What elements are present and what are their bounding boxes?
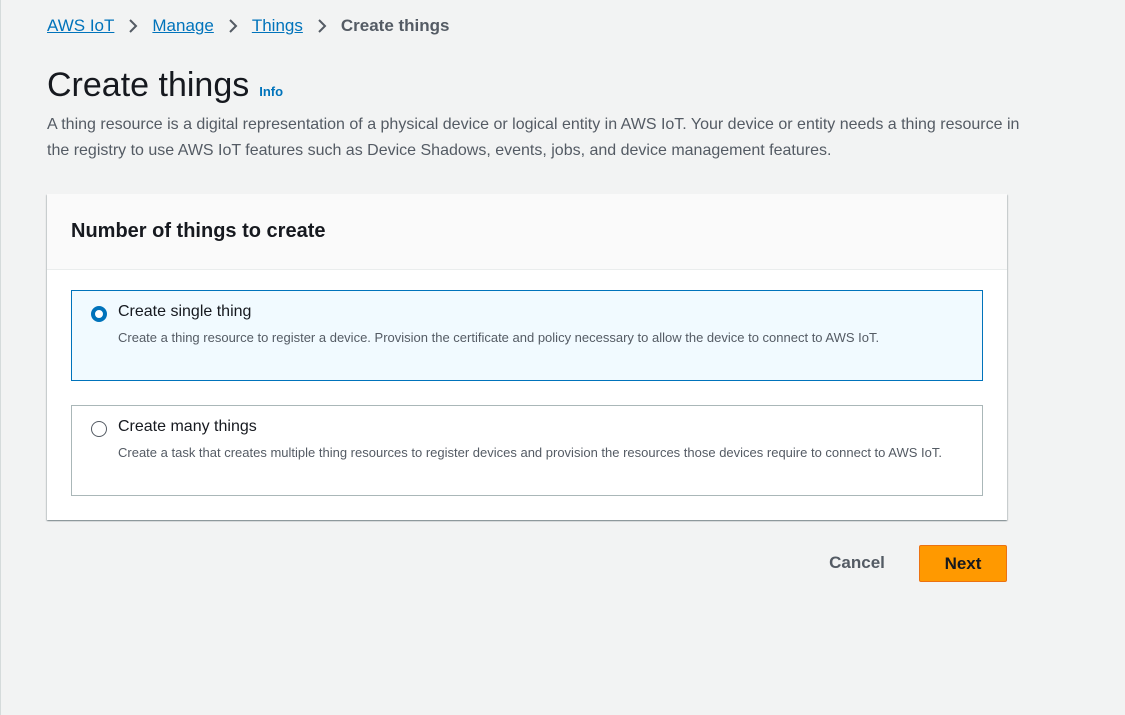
option-create-many-things[interactable]: Create many things Create a task that cr… [71, 405, 983, 496]
breadcrumb: AWS IoT Manage Things Create things [47, 14, 450, 38]
chevron-right-icon [114, 18, 152, 34]
page-edge [0, 0, 1, 715]
radio-button[interactable] [91, 421, 107, 437]
breadcrumb-link-manage[interactable]: Manage [152, 16, 213, 36]
breadcrumb-link-things[interactable]: Things [252, 16, 303, 36]
option-create-single-thing[interactable]: Create single thing Create a thing resou… [71, 290, 983, 381]
panel-title: Number of things to create [71, 220, 326, 242]
radio-button-selected[interactable] [91, 306, 107, 322]
page-description: A thing resource is a digital representa… [47, 116, 1020, 159]
breadcrumb-current: Create things [340, 16, 450, 35]
breadcrumb-link-aws-iot[interactable]: AWS IoT [47, 16, 114, 36]
page-header: Create things Info [47, 64, 283, 106]
cancel-button[interactable]: Cancel [816, 545, 898, 581]
option-label: Create many things [118, 418, 257, 435]
info-link[interactable]: Info [259, 84, 283, 99]
number-of-things-panel: Number of things to create Create single… [47, 194, 1007, 520]
chevron-right-icon [303, 18, 341, 34]
option-label: Create single thing [118, 303, 252, 320]
next-button[interactable]: Next [919, 545, 1007, 582]
option-description: Create a task that creates multiple thin… [118, 445, 942, 460]
chevron-right-icon [214, 18, 252, 34]
panel-header: Number of things to create [47, 194, 1007, 270]
option-description: Create a thing resource to register a de… [118, 330, 880, 345]
page-title: Create things [47, 66, 250, 104]
